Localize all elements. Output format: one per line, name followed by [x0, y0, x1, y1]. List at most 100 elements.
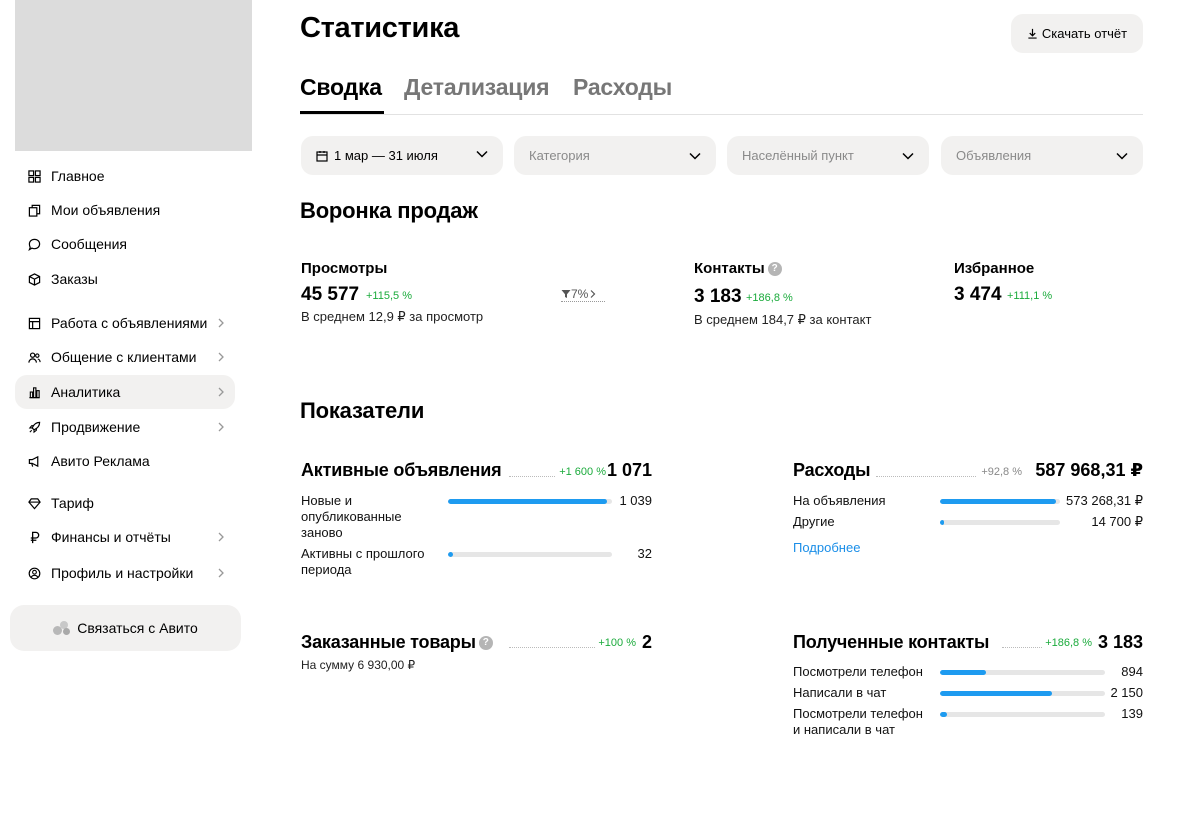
active-ads-row-value: 1 039: [619, 493, 652, 508]
avito-logo-icon: [53, 620, 71, 636]
views-sub: В среднем 12,9 ₽ за просмотр: [301, 309, 484, 324]
sidebar-item-avito-ads[interactable]: Авито Реклама: [15, 444, 235, 478]
sidebar-item-label: Тариф: [51, 495, 94, 511]
dotted-leader: [1002, 647, 1042, 648]
locality-filter[interactable]: Населённый пункт: [727, 136, 929, 175]
conversion-value: 7%: [571, 286, 589, 301]
sidebar: Главное Мои объявления Сообщения Заказы …: [0, 0, 260, 824]
sidebar-item-clients[interactable]: Общение с клиентами: [15, 340, 235, 374]
expenses-growth: +92,8 %: [981, 466, 1022, 478]
sidebar-item-label: Заказы: [51, 271, 98, 287]
contacts-row-label: Посмотрели телефон: [793, 664, 923, 679]
active-ads-row-value: 32: [637, 546, 652, 561]
dotted-leader: [509, 647, 595, 648]
contacts-label-text: Контакты: [694, 260, 765, 277]
grid-icon: [27, 169, 41, 183]
sidebar-item-my-ads[interactable]: Мои объявления: [15, 193, 235, 227]
copy-icon: [27, 203, 41, 217]
received-contacts-growth: +186,8 %: [1045, 637, 1092, 649]
contacts-row-value: 894: [1121, 664, 1143, 679]
contacts-row-label: Посмотрели телефон и написали в чат: [793, 706, 923, 737]
users-icon: [27, 350, 41, 364]
contacts-row-value: 2 150: [1110, 685, 1143, 700]
received-contacts-value: 3 183: [1097, 632, 1143, 652]
chevron-down-icon: [476, 150, 488, 158]
contact-avito-button[interactable]: Связаться с Авито: [10, 605, 241, 651]
contacts-sub: В среднем 184,7 ₽ за контакт: [694, 312, 872, 327]
page-title: Статистика: [300, 12, 460, 44]
dotted-leader: [509, 476, 555, 477]
ordered-sum: На сумму 6 930,00 ₽: [301, 658, 416, 672]
sidebar-item-orders[interactable]: Заказы: [15, 262, 235, 296]
sidebar-item-promotion[interactable]: Продвижение: [15, 410, 235, 444]
chevron-right-icon: [218, 352, 224, 362]
ads-icon: [27, 316, 41, 330]
tab-summary[interactable]: Сводка: [300, 74, 382, 101]
expenses-title: Расходы: [793, 460, 871, 480]
sidebar-item-label: Финансы и отчёты: [51, 529, 171, 545]
sidebar-item-finance[interactable]: Финансы и отчёты: [15, 520, 235, 554]
box-icon: [27, 272, 41, 286]
sidebar-item-profile[interactable]: Профиль и настройки: [15, 556, 235, 590]
bar-fill: [940, 712, 947, 717]
expenses-more-link[interactable]: Подробнее: [793, 540, 860, 555]
period-filter[interactable]: 1 мар — 31 июля: [301, 136, 503, 175]
expenses-row-label: Другие: [793, 514, 835, 529]
active-ads-title: Активные объявления: [301, 460, 502, 480]
contacts-row-label: Написали в чат: [793, 685, 887, 700]
sidebar-item-label: Сообщения: [51, 236, 127, 252]
bar-fill: [940, 520, 944, 525]
locality-filter-placeholder: Населённый пункт: [742, 148, 854, 163]
megaphone-icon: [27, 454, 41, 468]
tab-details[interactable]: Детализация: [404, 74, 550, 101]
profile-image-placeholder[interactable]: [15, 0, 252, 151]
favorites-label: Избранное: [954, 260, 1035, 277]
tab-expenses[interactable]: Расходы: [573, 74, 672, 101]
active-ads-row-label: Активны с прошлого периода: [301, 546, 425, 577]
sidebar-item-analytics[interactable]: Аналитика: [15, 375, 235, 409]
category-filter[interactable]: Категория: [514, 136, 716, 175]
download-icon: [1028, 28, 1037, 39]
filter-funnel-icon: [561, 289, 571, 298]
contacts-bar: [940, 712, 1105, 717]
listings-filter[interactable]: Объявления: [941, 136, 1143, 175]
chevron-down-icon: [1116, 152, 1128, 160]
help-icon[interactable]: ?: [767, 262, 782, 277]
sidebar-item-label: Общение с клиентами: [51, 349, 197, 365]
help-icon[interactable]: ?: [478, 636, 493, 651]
bar-fill: [940, 691, 1053, 696]
dotted-leader: [876, 476, 976, 477]
chevron-right-icon: [218, 532, 224, 542]
views-growth: +115,5 %: [366, 290, 412, 302]
views-value: 45 577: [301, 284, 360, 305]
profile-icon: [27, 566, 41, 580]
chevron-right-icon: [218, 387, 224, 397]
sidebar-item-label: Работа с объявлениями: [51, 315, 208, 331]
sidebar-item-label: Главное: [51, 168, 105, 184]
expenses-bar: [940, 520, 1060, 525]
active-ads-growth: +1 600 %: [559, 466, 606, 478]
indicators-title: Показатели: [300, 398, 425, 423]
sidebar-item-label: Авито Реклама: [51, 453, 150, 469]
rocket-icon: [27, 420, 41, 434]
sidebar-item-ads-work[interactable]: Работа с объявлениями: [15, 306, 235, 340]
category-filter-placeholder: Категория: [529, 148, 590, 163]
download-report-label: Скачать отчёт: [1041, 26, 1128, 41]
ruble-icon: [27, 530, 41, 544]
expenses-bar: [940, 499, 1060, 504]
listings-filter-placeholder: Объявления: [956, 148, 1032, 163]
sidebar-item-messages[interactable]: Сообщения: [15, 227, 235, 261]
expenses-row-value: 14 700 ₽: [1091, 514, 1143, 529]
active-ads-value: 1 071: [606, 460, 652, 480]
expenses-row-value: 573 268,31 ₽: [1066, 493, 1143, 508]
contacts-label: Контакты?: [694, 260, 782, 277]
received-contacts-title: Полученные контакты: [793, 632, 990, 652]
sidebar-item-main[interactable]: Главное: [15, 159, 235, 193]
tabs-bar: Сводка Детализация Расходы: [300, 72, 1143, 115]
period-filter-value: 1 мар — 31 июля: [334, 148, 438, 163]
favorites-growth: +111,1 %: [1007, 290, 1053, 302]
sidebar-item-tariff[interactable]: Тариф: [15, 486, 235, 520]
download-report-button[interactable]: Скачать отчёт: [1011, 14, 1143, 53]
conversion-rate[interactable]: 7%: [561, 286, 605, 302]
contacts-bar: [940, 670, 1105, 675]
